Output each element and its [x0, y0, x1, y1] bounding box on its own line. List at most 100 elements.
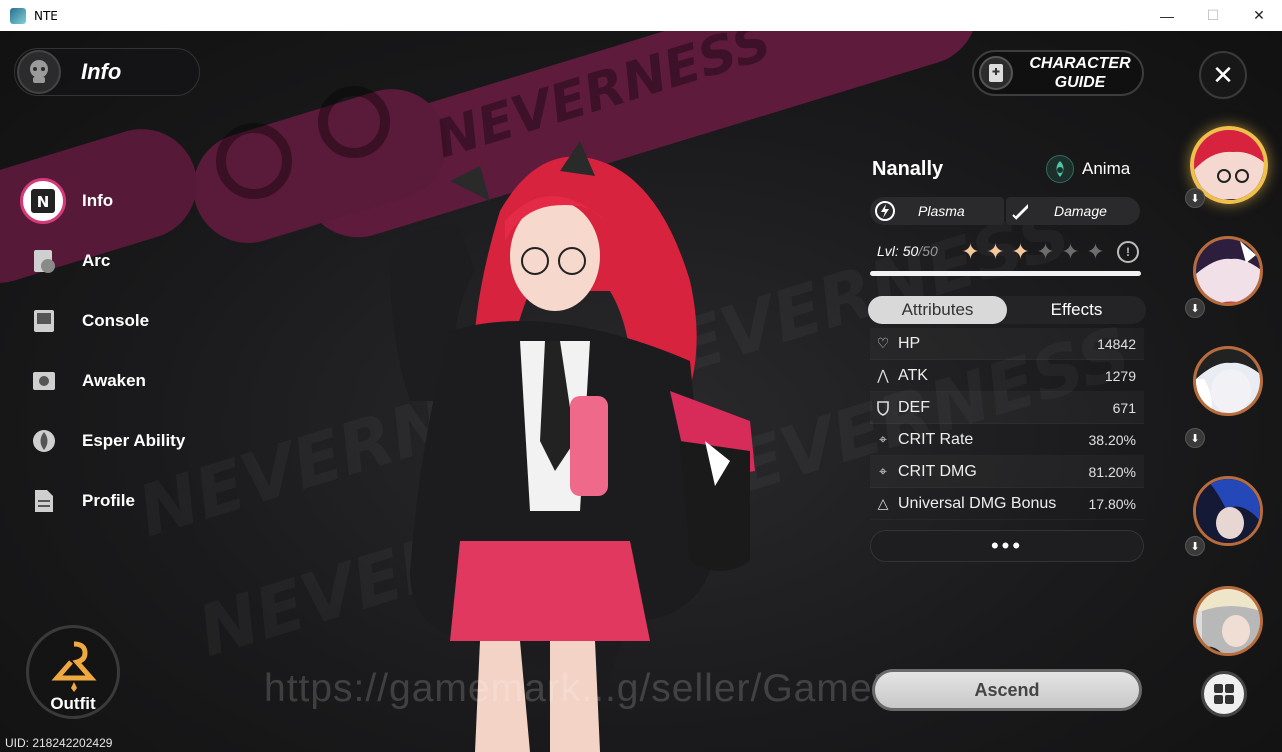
stat-label: HP: [898, 334, 921, 352]
star-filled-icon: ✦: [961, 239, 980, 264]
shield-icon: [872, 397, 894, 419]
stat-value: 38.20%: [1088, 431, 1136, 448]
nav-item-esper-ability[interactable]: Esper Ability: [0, 411, 230, 471]
level-prefix: Lvl:: [877, 243, 899, 259]
triangle-icon: △: [877, 495, 889, 511]
guide-label: CHARACTER GUIDE: [1025, 54, 1135, 92]
stat-row: ♡ HP 14842: [870, 328, 1144, 360]
close-icon: ✕: [1212, 59, 1234, 90]
stat-label: CRIT DMG: [898, 462, 977, 480]
level-max: /50: [918, 243, 938, 259]
window-titlebar: NTE — ☐ ✕: [0, 0, 1282, 31]
minimize-button[interactable]: —: [1144, 0, 1190, 31]
download-icon[interactable]: ⬇: [1185, 188, 1205, 208]
uid-label: UID: 218242202429: [5, 736, 113, 750]
element-badge: Anima: [1046, 155, 1130, 183]
console-icon: [30, 307, 58, 335]
character-guide-button[interactable]: CHARACTER GUIDE: [972, 50, 1144, 96]
close-button[interactable]: ✕: [1199, 51, 1247, 99]
window-close-button[interactable]: ✕: [1236, 0, 1282, 31]
nav-label: Profile: [82, 491, 135, 510]
page-title: Info: [81, 59, 122, 84]
character-list-button[interactable]: [1201, 671, 1247, 717]
tab-effects[interactable]: Effects: [1007, 296, 1146, 324]
xp-bar: [870, 271, 1141, 276]
nav-label: Info: [82, 191, 114, 210]
band-emblem: [318, 86, 390, 158]
app-icon: [10, 7, 26, 24]
heart-icon: ♡: [876, 335, 890, 351]
tag-damage: Damage: [1006, 197, 1140, 225]
atk-icon: ⋀: [877, 367, 889, 383]
stats-list: ♡ HP 14842 ⋀ ATK 1279 DEF 671 ⌖ CRIT Rat…: [870, 328, 1144, 520]
outfit-label: Outfit: [50, 694, 96, 713]
stat-value: 671: [1112, 399, 1136, 416]
tag-label: Plasma: [918, 203, 965, 219]
stat-value: 81.20%: [1088, 463, 1136, 480]
maximize-button[interactable]: ☐: [1190, 0, 1236, 31]
nav-label: Console: [82, 311, 150, 330]
nav-item-awaken[interactable]: Awaken: [0, 351, 230, 411]
anima-element-icon: [1046, 155, 1074, 183]
crosshair-icon: ⌖: [879, 431, 887, 447]
awaken-icon: [30, 367, 58, 395]
info-n-icon: N: [20, 178, 66, 224]
character-name: Nanally: [872, 158, 944, 180]
game-viewport: NEVERNESS • EVERNESS NEVERNESS • EVERNES…: [0, 31, 1282, 752]
stat-label: CRIT Rate: [898, 430, 974, 448]
outfit-button[interactable]: Outfit: [26, 625, 120, 719]
character-head-icon: [17, 50, 61, 94]
info-header: Info: [14, 48, 200, 96]
roster-avatar[interactable]: [1193, 476, 1263, 546]
grid-icon: [1214, 684, 1234, 704]
stat-row: ⌖ CRIT Rate 38.20%: [870, 424, 1144, 456]
star-rating: ✦ ✦ ✦ ✦ ✦ ✦: [958, 239, 1108, 264]
stat-row: DEF 671: [870, 392, 1144, 424]
ascension-info-icon[interactable]: !: [1117, 241, 1139, 263]
watermark-url: https://gamemark...g/seller/GameNa...: [264, 667, 960, 710]
stat-value: 17.80%: [1088, 495, 1136, 512]
plasma-icon: [872, 198, 898, 224]
nav-item-profile[interactable]: Profile: [0, 471, 230, 531]
nav-label: Arc: [82, 251, 111, 270]
stat-row: ⌖ CRIT DMG 81.20%: [870, 456, 1144, 488]
stat-row: △ Universal DMG Bonus 17.80%: [870, 488, 1144, 520]
book-icon: [979, 56, 1013, 90]
window-title: NTE: [34, 8, 58, 23]
esper-ability-icon: [30, 427, 58, 455]
stat-label: ATK: [898, 366, 928, 384]
download-icon[interactable]: ⬇: [1185, 298, 1205, 318]
more-stats-button[interactable]: •••: [870, 530, 1144, 562]
character-model: [390, 141, 755, 752]
stat-label: DEF: [898, 398, 930, 416]
profile-icon: [30, 487, 58, 515]
damage-icon: [1008, 198, 1034, 224]
star-filled-icon: ✦: [986, 239, 1005, 264]
roster-avatar[interactable]: [1193, 346, 1263, 416]
download-icon[interactable]: ⬇: [1185, 428, 1205, 448]
star-empty-icon: ✦: [1086, 239, 1105, 264]
nav-item-info[interactable]: N Info: [0, 171, 230, 231]
nav-label: Awaken: [82, 371, 146, 390]
arc-icon: [30, 247, 58, 275]
ascend-button[interactable]: Ascend: [872, 669, 1142, 711]
tab-attributes[interactable]: Attributes: [868, 296, 1007, 324]
roster-avatar[interactable]: [1193, 586, 1263, 656]
stat-value: 14842: [1097, 335, 1136, 352]
level-value: 50: [902, 243, 919, 259]
nav-item-console[interactable]: Console: [0, 291, 230, 351]
crit-dmg-icon: ⌖: [879, 463, 887, 479]
outfit-icon: [51, 641, 97, 692]
nav-item-arc[interactable]: Arc: [0, 231, 230, 291]
xp-bar-fill: [870, 271, 1141, 276]
star-empty-icon: ✦: [1061, 239, 1080, 264]
tag-plasma: Plasma: [870, 197, 1004, 225]
roster-avatar[interactable]: [1193, 236, 1263, 306]
download-icon[interactable]: ⬇: [1185, 536, 1205, 556]
attribute-tabs: Attributes Effects: [868, 296, 1146, 324]
side-nav: N Info Arc Console Awaken Esper Ability …: [0, 171, 230, 531]
nav-label: Esper Ability: [82, 431, 186, 450]
star-filled-icon: ✦: [1011, 239, 1030, 264]
stat-row: ⋀ ATK 1279: [870, 360, 1144, 392]
stat-label: Universal DMG Bonus: [898, 494, 1057, 512]
